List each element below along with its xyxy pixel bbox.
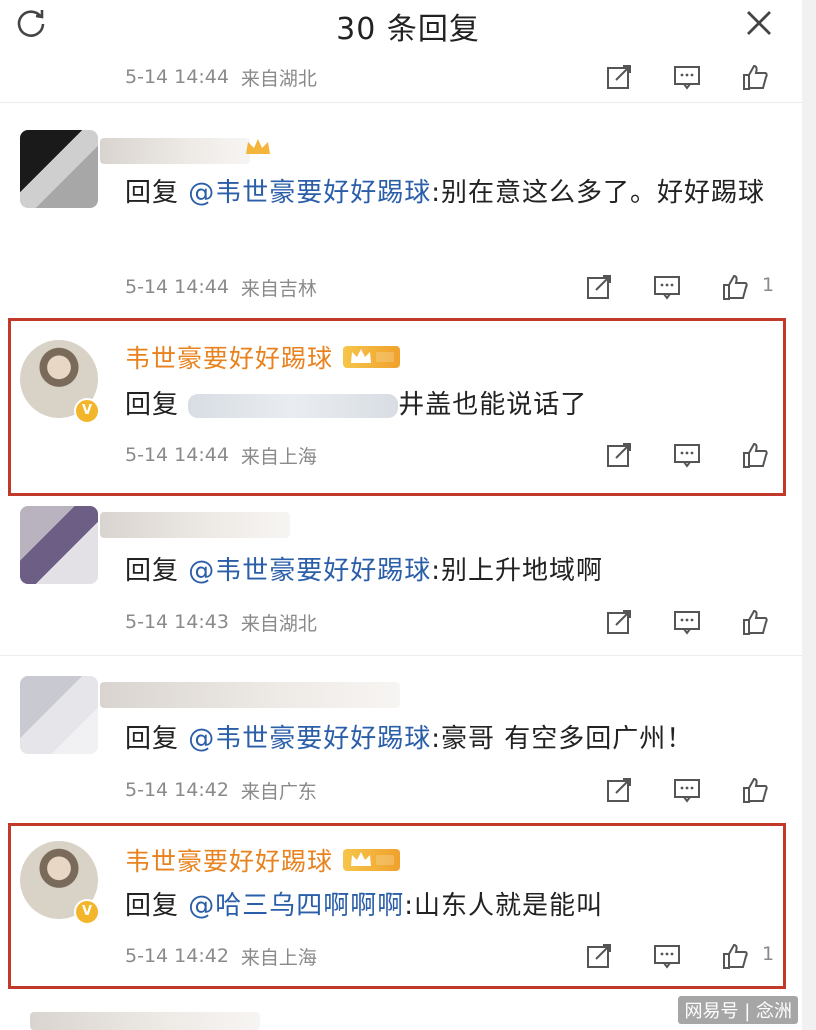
comment-text: 回复 @韦世豪要好好踢球:别上升地域啊 bbox=[125, 556, 604, 586]
comment-location: 来自上海 bbox=[240, 445, 317, 468]
comment-meta: 5-14 14:44 来自吉林 bbox=[125, 272, 317, 302]
like-icon[interactable] bbox=[740, 775, 770, 805]
share-icon[interactable] bbox=[584, 941, 614, 971]
comment-item: 5-14 14:44 来自湖北 bbox=[0, 58, 816, 108]
like-icon[interactable] bbox=[740, 607, 770, 637]
comment-item: 回复 @韦世豪要好好踢球:别上升地域啊 5-14 14:43 来自湖北 bbox=[0, 500, 816, 650]
comment-icon[interactable] bbox=[652, 941, 682, 971]
comment-date: 5-14 14:44 bbox=[125, 66, 229, 88]
like-icon[interactable] bbox=[740, 440, 770, 470]
verified-icon: V bbox=[74, 398, 100, 424]
avatar[interactable] bbox=[20, 130, 98, 208]
avatar[interactable] bbox=[20, 506, 98, 584]
blurred-mention bbox=[188, 393, 399, 418]
comment-icon[interactable] bbox=[672, 62, 702, 92]
blurred-username bbox=[100, 682, 400, 708]
username-link[interactable]: 韦世豪要好好踢球 bbox=[125, 842, 333, 878]
username-link[interactable]: 韦世豪要好好踢球 bbox=[125, 339, 333, 375]
blurred-username bbox=[30, 1012, 260, 1030]
comment-meta: 5-14 14:44 来自湖北 bbox=[125, 62, 317, 92]
comment-item: V 韦世豪要好好踢球 回复 井盖也能说话了 5-14 14:44 来自上海 bbox=[0, 318, 816, 496]
like-count: 1 bbox=[762, 274, 775, 296]
comment-icon[interactable] bbox=[652, 272, 682, 302]
blurred-username bbox=[100, 512, 290, 538]
share-icon[interactable] bbox=[604, 775, 634, 805]
watermark: 网易号 | 念洲 bbox=[678, 996, 798, 1024]
mention-link[interactable]: @韦世豪要好好踢球 bbox=[188, 724, 431, 754]
vip-crown-icon bbox=[246, 139, 270, 154]
comment-item: V 韦世豪要好好踢球 回复 @哈三乌四啊啊啊:山东人就是能叫 5-14 14:4… bbox=[0, 823, 816, 989]
comment-date: 5-14 14:42 bbox=[125, 779, 229, 801]
share-icon[interactable] bbox=[584, 272, 614, 302]
reply-count-title: 30 条回复 bbox=[336, 12, 480, 47]
divider bbox=[0, 655, 816, 656]
mention-link[interactable]: @哈三乌四啊啊啊 bbox=[188, 891, 404, 921]
comment-meta: 5-14 14:42 来自上海 bbox=[125, 941, 317, 971]
share-icon[interactable] bbox=[604, 440, 634, 470]
scrollbar-track[interactable] bbox=[802, 0, 816, 1030]
comment-date: 5-14 14:44 bbox=[125, 276, 229, 298]
vip-badge bbox=[343, 849, 401, 871]
comment-location: 来自吉林 bbox=[240, 277, 317, 300]
vip-badge bbox=[343, 346, 401, 368]
like-icon[interactable] bbox=[740, 62, 770, 92]
comment-date: 5-14 14:42 bbox=[125, 945, 229, 967]
share-icon[interactable] bbox=[604, 607, 634, 637]
name-line: 韦世豪要好好踢球 bbox=[125, 842, 401, 878]
like-icon[interactable] bbox=[720, 272, 750, 302]
comment-item: 回复 @韦世豪要好好踢球:别在意这么多了。好好踢球 5-14 14:44 来自吉… bbox=[0, 108, 816, 308]
verified-icon: V bbox=[74, 899, 100, 925]
comment-meta: 5-14 14:43 来自湖北 bbox=[125, 607, 317, 637]
blurred-username bbox=[100, 138, 250, 164]
share-icon[interactable] bbox=[604, 62, 634, 92]
name-line: 韦世豪要好好踢球 bbox=[125, 339, 401, 375]
comment-text: 回复 @哈三乌四啊啊啊:山东人就是能叫 bbox=[125, 891, 604, 921]
comment-location: 来自广东 bbox=[240, 780, 317, 803]
like-count: 1 bbox=[762, 943, 775, 965]
comment-icon[interactable] bbox=[672, 607, 702, 637]
comment-location: 来自上海 bbox=[240, 946, 317, 969]
comment-text: 回复 @韦世豪要好好踢球:别在意这么多了。好好踢球 bbox=[125, 178, 766, 208]
mention-link[interactable]: @韦世豪要好好踢球 bbox=[188, 556, 431, 586]
close-icon[interactable] bbox=[742, 6, 776, 40]
comment-text: 回复 井盖也能说话了 bbox=[125, 390, 588, 420]
divider bbox=[0, 102, 816, 103]
reply-header: 30 条回复 bbox=[0, 0, 816, 58]
comment-location: 来自湖北 bbox=[240, 67, 317, 90]
comment-icon[interactable] bbox=[672, 440, 702, 470]
comment-meta: 5-14 14:42 来自广东 bbox=[125, 775, 317, 805]
vip-crown-icon bbox=[351, 852, 372, 866]
avatar[interactable] bbox=[20, 676, 98, 754]
comment-item: 回复 @韦世豪要好好踢球:豪哥 有空多回广州！ 5-14 14:42 来自广东 bbox=[0, 660, 816, 820]
vip-crown-icon bbox=[351, 349, 372, 363]
mention-link[interactable]: @韦世豪要好好踢球 bbox=[188, 178, 431, 208]
like-icon[interactable] bbox=[720, 941, 750, 971]
comment-date: 5-14 14:43 bbox=[125, 611, 229, 633]
comment-meta: 5-14 14:44 来自上海 bbox=[125, 440, 317, 470]
comment-date: 5-14 14:44 bbox=[125, 444, 229, 466]
comment-location: 来自湖北 bbox=[240, 612, 317, 635]
comment-icon[interactable] bbox=[672, 775, 702, 805]
comment-text: 回复 @韦世豪要好好踢球:豪哥 有空多回广州！ bbox=[125, 724, 694, 754]
